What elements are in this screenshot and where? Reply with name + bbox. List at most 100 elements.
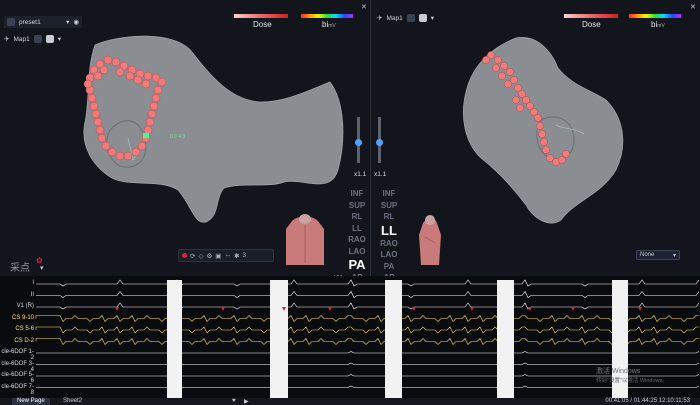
ablation-point xyxy=(93,71,103,81)
bi-legend: bimV xyxy=(322,20,336,29)
map-label: Map1 xyxy=(13,35,30,43)
ecg-traces[interactable] xyxy=(0,276,700,398)
view-rao-left[interactable]: RAO xyxy=(345,234,369,246)
play-icon[interactable]: ▶ xyxy=(244,398,249,405)
ecg-channel-label: cle-6DOF 5-6 xyxy=(1,372,34,384)
orientation-list-right[interactable]: INF SUP RL LL RAO LAO PA AP xyxy=(377,188,401,284)
map-chevron-icon[interactable]: ▾ xyxy=(58,35,61,43)
left-3d-view[interactable]: preset1 ▾ ◉ ✈ Map1 ▾ Dose bimV ✕ ⟳ ◇ ⚙ ▣… xyxy=(0,0,370,282)
erase-icon[interactable]: ◇ xyxy=(198,252,203,260)
heart-model-left[interactable] xyxy=(70,30,355,225)
settings-icon[interactable]: ⚙ xyxy=(206,252,212,260)
bi-legend-right: bimV xyxy=(651,20,665,29)
ablation-point xyxy=(482,56,490,64)
link-icon[interactable]: ↔ xyxy=(224,252,231,259)
ecg-marker-icon xyxy=(571,307,575,311)
bi-color-scale-right xyxy=(629,14,681,18)
orientation-list-left[interactable]: INF SUP RL LL RAO LAO PA AP xyxy=(345,188,369,284)
zoom-slider-handle-left[interactable] xyxy=(355,139,362,146)
view-rl-right[interactable]: RL xyxy=(377,211,401,223)
view-ll-left[interactable]: LL xyxy=(345,223,369,235)
ecg-channel-label: cle-6DOF 7-8 xyxy=(1,383,34,396)
map-label-right: Map1 xyxy=(386,14,403,22)
sample-chevron-icon[interactable]: ▾ xyxy=(40,264,44,272)
sample-label: 采点 xyxy=(10,263,30,274)
preset-selector[interactable]: preset1 ▾ ◉ xyxy=(4,16,82,28)
ecg-trace xyxy=(36,351,700,354)
map-option-icon[interactable] xyxy=(33,35,42,43)
ablation-point xyxy=(97,133,107,143)
dropdown-value: None xyxy=(640,252,655,258)
zoom-slider-handle-right[interactable] xyxy=(376,139,383,146)
ablation-point xyxy=(115,151,125,161)
ablation-point xyxy=(111,57,121,67)
ecg-marker-icon xyxy=(328,307,332,311)
view-sup-right[interactable]: SUP xyxy=(377,200,401,212)
view-lao-left[interactable]: LAO xyxy=(345,246,369,258)
ecg-channel-label: II xyxy=(30,291,34,298)
view-sup-left[interactable]: SUP xyxy=(345,200,369,212)
zoom-slider-left[interactable] xyxy=(355,117,362,163)
artifact-block xyxy=(167,280,182,398)
map-selector-right[interactable]: ✈ Map1 ▾ xyxy=(377,12,434,24)
view-rao-right[interactable]: RAO xyxy=(377,238,401,250)
eye-icon[interactable]: ◉ xyxy=(73,18,79,26)
ecg-trace xyxy=(36,279,700,287)
ablation-point xyxy=(125,71,135,81)
dose-color-scale xyxy=(234,14,288,18)
view-lao-right[interactable]: LAO xyxy=(377,249,401,261)
map-color-icon[interactable] xyxy=(418,14,427,22)
ablation-point xyxy=(115,67,125,77)
view-pa-left-active[interactable]: PA xyxy=(345,257,369,272)
close-icon[interactable]: ✕ xyxy=(361,3,367,11)
view-inf-left[interactable]: INF xyxy=(345,188,369,200)
ecg-channel-label: V1 (R) xyxy=(16,303,34,309)
ablation-point xyxy=(542,146,550,154)
zoom-slider-right[interactable] xyxy=(376,117,383,163)
toolbar[interactable]: ⟳ ◇ ⚙ ▣ ↔ ✱ 3 xyxy=(178,249,274,262)
ablation-point xyxy=(95,125,105,135)
map-chevron-icon[interactable]: ▾ xyxy=(431,14,434,22)
ecg-trace xyxy=(35,337,699,346)
tab-sheet2[interactable]: Sheet2 xyxy=(58,398,87,405)
right-3d-view[interactable]: ✈ Map1 ▾ Dose bimV ✕ x1.1 INF SUP RL LL … xyxy=(371,0,700,282)
ablation-point xyxy=(562,150,570,158)
ablation-point xyxy=(157,77,167,87)
ecg-channel-label: cle-6DOF 1-2 xyxy=(1,349,34,361)
tab-new-page[interactable]: New Page xyxy=(12,398,50,405)
ablation-point xyxy=(91,109,101,119)
record-icon[interactable] xyxy=(182,253,187,258)
ablation-point xyxy=(103,55,113,65)
bi-unit: mV xyxy=(328,23,336,29)
ablation-point xyxy=(143,125,153,135)
ablation-point xyxy=(83,79,93,89)
star-icon[interactable]: ✱ xyxy=(234,252,239,260)
ablation-point xyxy=(87,93,97,103)
select-icon[interactable]: ▣ xyxy=(215,252,221,260)
dose-label-right: Dose xyxy=(582,20,601,29)
rotate-icon[interactable]: ⟳ xyxy=(190,252,195,260)
artifact-block xyxy=(497,280,514,398)
measure-label: 0.0 4.0 xyxy=(170,134,186,140)
view-pa-right[interactable]: PA xyxy=(377,261,401,273)
chevron-down-icon: ▾ xyxy=(66,19,70,26)
view-inf-right[interactable]: INF xyxy=(377,188,401,200)
ecg-panel[interactable]: I II V1 (R) CS 9-10 CS 5-6 CS D-2 cle-6DOF 1-2… xyxy=(0,276,700,398)
ecg-trace xyxy=(35,314,699,323)
heart-icon[interactable]: ♥ xyxy=(232,398,236,404)
heart-model-right[interactable] xyxy=(456,30,641,230)
ecg-marker-icon xyxy=(470,307,474,311)
ecg-channel-label: CS 5-6 xyxy=(15,326,34,332)
ablation-point xyxy=(516,104,524,112)
map-color-icon[interactable] xyxy=(45,35,54,43)
status-bar: New Page Sheet2 ♥ ▶ 00:41:05 / 01:44:25 … xyxy=(0,398,700,405)
close-icon-right[interactable]: ✕ xyxy=(690,3,696,11)
ecg-trace xyxy=(36,302,700,310)
view-rl-left[interactable]: RL xyxy=(345,211,369,223)
map-option-icon[interactable] xyxy=(406,14,415,22)
view-ll-right-active[interactable]: LL xyxy=(377,223,401,238)
map-selector[interactable]: ✈ Map1 ▾ xyxy=(4,33,61,45)
ecg-trace xyxy=(35,326,699,334)
overlay-dropdown[interactable]: None ▾ xyxy=(636,250,680,260)
ablation-point xyxy=(93,117,103,127)
